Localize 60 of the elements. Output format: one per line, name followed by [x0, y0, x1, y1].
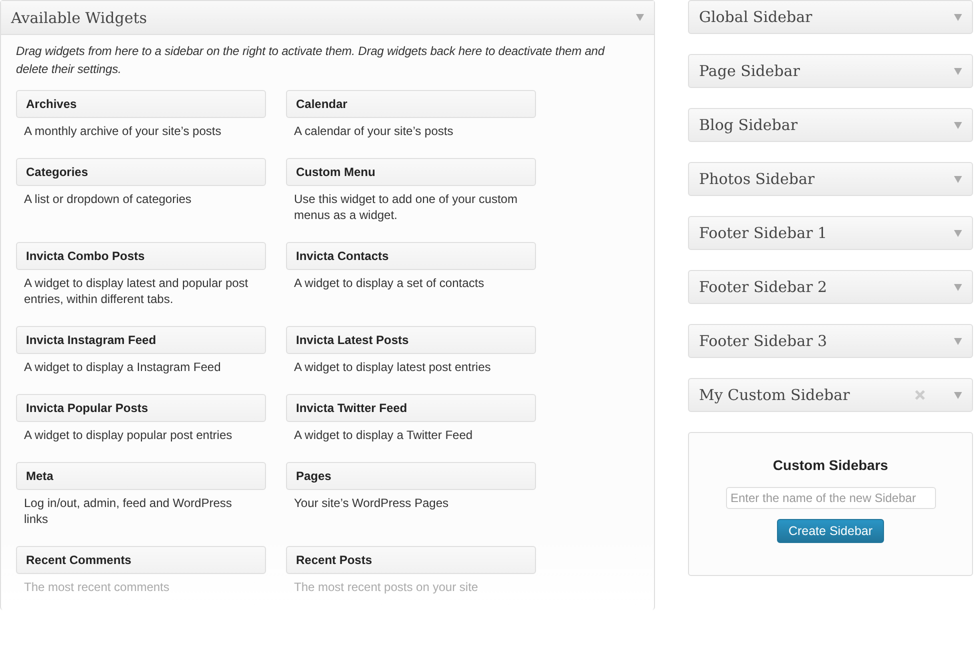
sidebar-title: Footer Sidebar 3 [699, 332, 828, 350]
sidebar-title: Photos Sidebar [699, 170, 816, 188]
widget-description: A widget to display a set of contacts [293, 275, 486, 291]
sidebar-header[interactable]: Footer Sidebar 2 [688, 270, 973, 304]
sidebar-header[interactable]: Photos Sidebar [688, 162, 973, 196]
widget-title-bar[interactable]: Recent Posts [286, 546, 536, 574]
widget-title-bar[interactable]: Invicta Combo Posts [16, 242, 266, 270]
sidebar-header[interactable]: Footer Sidebar 1 [688, 216, 973, 250]
sidebar-header[interactable]: Page Sidebar [688, 54, 973, 88]
widget-description: Your site’s WordPress Pages [293, 495, 450, 511]
widget-title-bar[interactable]: Meta [16, 462, 266, 490]
instructions-text: Drag widgets from here to a sidebar on the right to activate them. Drag widgets back here to deactivate them and delete their settings. [16, 43, 606, 78]
sidebar-header[interactable]: Footer Sidebar 3 [688, 324, 973, 358]
widget-description: A widget to display popular post entries [23, 427, 234, 443]
sidebar-title: Footer Sidebar 1 [699, 224, 828, 242]
dropdown-arrow-icon[interactable] [954, 230, 962, 236]
widget-title-bar[interactable]: Invicta Latest Posts [286, 326, 536, 354]
widget-description: A widget to display a Instagram Feed [23, 359, 222, 375]
widget-title-bar[interactable]: Archives [16, 90, 266, 118]
widget-title-bar[interactable]: Invicta Popular Posts [16, 394, 266, 422]
sidebar-title: Blog Sidebar [699, 116, 798, 134]
card-title: Custom Sidebars [772, 457, 888, 473]
widget-description: The most recent posts on your site [293, 579, 480, 595]
dropdown-arrow-icon[interactable] [954, 176, 962, 182]
dropdown-arrow-icon[interactable] [954, 68, 962, 74]
widget-description: A widget to display latest and popular post entries, within different tabs. [23, 275, 250, 307]
widget-title-bar[interactable]: Invicta Contacts [286, 242, 536, 270]
widget-description: A monthly archive of your site’s posts [23, 123, 222, 139]
widget-title-bar[interactable]: Invicta Twitter Feed [286, 394, 536, 422]
sidebar-header[interactable]: Global Sidebar [688, 0, 973, 34]
widget-title-bar[interactable]: Pages [286, 462, 536, 490]
sidebar-title: Page Sidebar [699, 62, 801, 80]
panel-header[interactable]: Available Widgets [1, 1, 654, 35]
widget-title-bar[interactable]: Categories [16, 158, 266, 186]
panel-title: Available Widgets [11, 8, 148, 26]
delete-icon[interactable] [915, 390, 925, 400]
widget-description: A list or dropdown of categories [23, 191, 192, 207]
widget-description: The most recent comments [23, 579, 170, 595]
sidebar-name-field[interactable]: Enter the name of the new Sidebar [726, 487, 936, 509]
widget-description: Log in/out, admin, feed and WordPress links [23, 495, 233, 527]
dropdown-arrow-icon[interactable] [954, 392, 962, 398]
widget-title-bar[interactable]: Invicta Instagram Feed [16, 326, 266, 354]
dropdown-arrow-icon[interactable] [636, 14, 644, 21]
sidebar-title: Global Sidebar [699, 8, 814, 26]
widget-description: Use this widget to add one of your custom menus as a widget. [293, 191, 518, 223]
sidebar-header[interactable]: Blog Sidebar [688, 108, 973, 142]
sidebar-title: Footer Sidebar 2 [699, 278, 828, 296]
widget-title-bar[interactable]: Recent Comments [16, 546, 266, 574]
widget-description: A widget to display a Twitter Feed [293, 427, 474, 443]
dropdown-arrow-icon[interactable] [954, 122, 962, 128]
dropdown-arrow-icon[interactable] [954, 338, 962, 344]
widget-description: A calendar of your site’s posts [293, 123, 454, 139]
sidebar-title: My Custom Sidebar [699, 386, 851, 404]
widget-title-bar[interactable]: Calendar [286, 90, 536, 118]
sidebar-header[interactable]: My Custom Sidebar [688, 378, 973, 412]
widget-title-bar[interactable]: Custom Menu [286, 158, 536, 186]
dropdown-arrow-icon[interactable] [954, 14, 962, 20]
create-sidebar-button[interactable]: Create Sidebar [777, 519, 884, 543]
widget-description: A widget to display latest post entries [293, 359, 492, 375]
dropdown-arrow-icon[interactable] [954, 284, 962, 290]
